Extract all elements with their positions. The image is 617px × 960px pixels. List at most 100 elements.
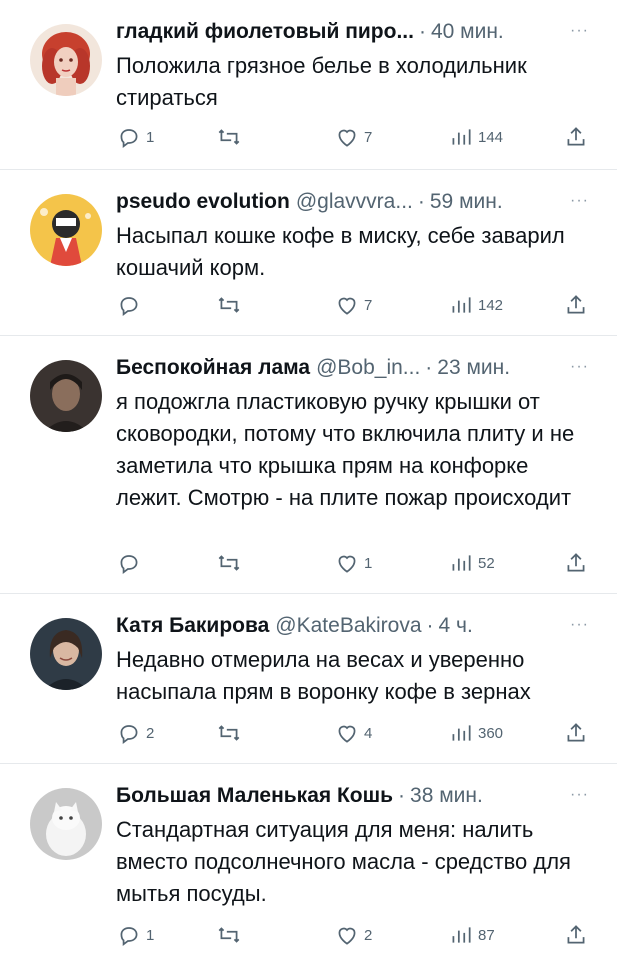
tweet-actions: 1 2 87 [116, 922, 589, 948]
author-name[interactable]: гладкий фиолетовый пиро... [116, 18, 414, 46]
share-button[interactable] [563, 124, 589, 150]
views-count: 87 [478, 926, 495, 944]
timestamp[interactable]: 38 мин. [410, 782, 483, 810]
retweet-icon [218, 555, 240, 571]
reply-button[interactable]: 1 [116, 124, 154, 150]
views-button[interactable]: 87 [448, 922, 495, 948]
views-icon [452, 129, 471, 145]
tweet[interactable]: pseudo evolution @glavvvra... · 59 мин. … [0, 170, 617, 336]
views-button[interactable]: 360 [448, 720, 503, 746]
avatar[interactable] [30, 360, 102, 432]
reply-button[interactable]: 1 [116, 922, 154, 948]
like-count: 7 [364, 128, 373, 146]
views-button[interactable]: 142 [448, 292, 503, 318]
share-button[interactable] [563, 550, 589, 576]
views-icon [452, 555, 471, 571]
reply-icon [120, 297, 138, 316]
reply-button[interactable]: 2 [116, 720, 154, 746]
timestamp[interactable]: 4 ч. [439, 612, 473, 640]
avatar-redhair-icon [30, 24, 102, 96]
author-name[interactable]: Беспокойная лама [116, 354, 310, 382]
tweet-actions: 7 142 [116, 292, 589, 318]
reply-count: 1 [146, 128, 155, 146]
share-button[interactable] [563, 292, 589, 318]
avatar-cat-icon [30, 788, 102, 860]
author-handle[interactable]: @Bob_in... [316, 354, 420, 382]
separator: · [425, 356, 433, 379]
avatar-photo-icon [30, 618, 102, 690]
separator: · [398, 784, 406, 807]
reply-icon [120, 725, 138, 744]
share-button[interactable] [563, 922, 589, 948]
reply-count: 1 [146, 926, 155, 944]
tweet[interactable]: Беспокойная лама @Bob_in... · 23 мин. ··… [0, 336, 617, 594]
reply-button[interactable] [116, 292, 146, 318]
views-icon [452, 297, 471, 313]
share-button[interactable] [563, 720, 589, 746]
retweet-button[interactable] [216, 922, 242, 948]
heart-icon [338, 725, 356, 743]
avatar-illustration-icon [30, 194, 102, 266]
more-options-button[interactable]: ··· [570, 22, 589, 40]
author-name[interactable]: Большая Маленькая Кошь [116, 782, 393, 810]
tweet-actions: 2 4 360 [116, 720, 589, 746]
share-icon [567, 127, 585, 146]
views-button[interactable]: 52 [448, 550, 495, 576]
tweet-feed: гладкий фиолетовый пиро... · 40 мин. ···… [0, 0, 617, 960]
like-count: 2 [364, 926, 373, 944]
heart-icon [338, 927, 356, 945]
reply-icon [120, 129, 138, 148]
like-count: 1 [364, 554, 373, 572]
views-button[interactable]: 144 [448, 124, 503, 150]
reply-button[interactable] [116, 550, 146, 576]
more-options-button[interactable]: ··· [570, 192, 589, 210]
reply-count: 2 [146, 724, 155, 742]
reply-icon [120, 927, 138, 946]
tweet-text: я подожгла пластиковую ручку крышки от с… [116, 389, 575, 510]
retweet-button[interactable] [216, 124, 242, 150]
author-name[interactable]: Катя Бакирова [116, 612, 269, 640]
tweet[interactable]: Катя Бакирова @KateBakirova · 4 ч. ··· Н… [0, 594, 617, 764]
retweet-button[interactable] [216, 720, 242, 746]
avatar[interactable] [30, 788, 102, 860]
like-button[interactable]: 2 [334, 922, 372, 948]
retweet-button[interactable] [216, 550, 242, 576]
views-icon [452, 725, 471, 741]
share-icon [567, 553, 585, 572]
avatar-photo-icon [30, 360, 102, 432]
like-button[interactable]: 7 [334, 124, 372, 150]
views-count: 52 [478, 554, 495, 572]
retweet-icon [218, 297, 240, 313]
retweet-icon [218, 927, 240, 943]
author-handle[interactable]: @KateBakirova [275, 612, 421, 640]
views-count: 142 [478, 296, 504, 314]
heart-icon [338, 555, 356, 573]
tweet-actions: 1 7 144 [116, 124, 589, 150]
author-name[interactable]: pseudo evolution [116, 188, 290, 216]
avatar[interactable] [30, 194, 102, 266]
author-handle[interactable]: @glavvvra... [296, 188, 413, 216]
tweet[interactable]: гладкий фиолетовый пиро... · 40 мин. ···… [0, 0, 617, 170]
tweet-text: Стандартная ситуация для меня: налить вм… [116, 817, 571, 906]
like-button[interactable]: 4 [334, 720, 372, 746]
more-options-button[interactable]: ··· [570, 616, 589, 634]
retweet-button[interactable] [216, 292, 242, 318]
more-options-button[interactable]: ··· [570, 358, 589, 376]
like-button[interactable]: 7 [334, 292, 372, 318]
views-count: 360 [478, 724, 504, 742]
like-count: 7 [364, 296, 373, 314]
timestamp[interactable]: 59 мин. [430, 188, 503, 216]
tweet-actions: 1 52 [116, 550, 589, 576]
timestamp[interactable]: 23 мин. [437, 354, 510, 382]
avatar[interactable] [30, 24, 102, 96]
separator: · [418, 20, 426, 43]
timestamp[interactable]: 40 мин. [431, 18, 504, 46]
more-options-button[interactable]: ··· [570, 786, 589, 804]
tweet-text: Недавно отмерила на весах и уверенно нас… [116, 647, 531, 704]
like-button[interactable]: 1 [334, 550, 372, 576]
avatar[interactable] [30, 618, 102, 690]
retweet-icon [218, 129, 240, 145]
separator: · [417, 190, 425, 213]
reply-icon [120, 555, 138, 574]
tweet[interactable]: Большая Маленькая Кошь · 38 мин. ··· Ста… [0, 764, 617, 960]
